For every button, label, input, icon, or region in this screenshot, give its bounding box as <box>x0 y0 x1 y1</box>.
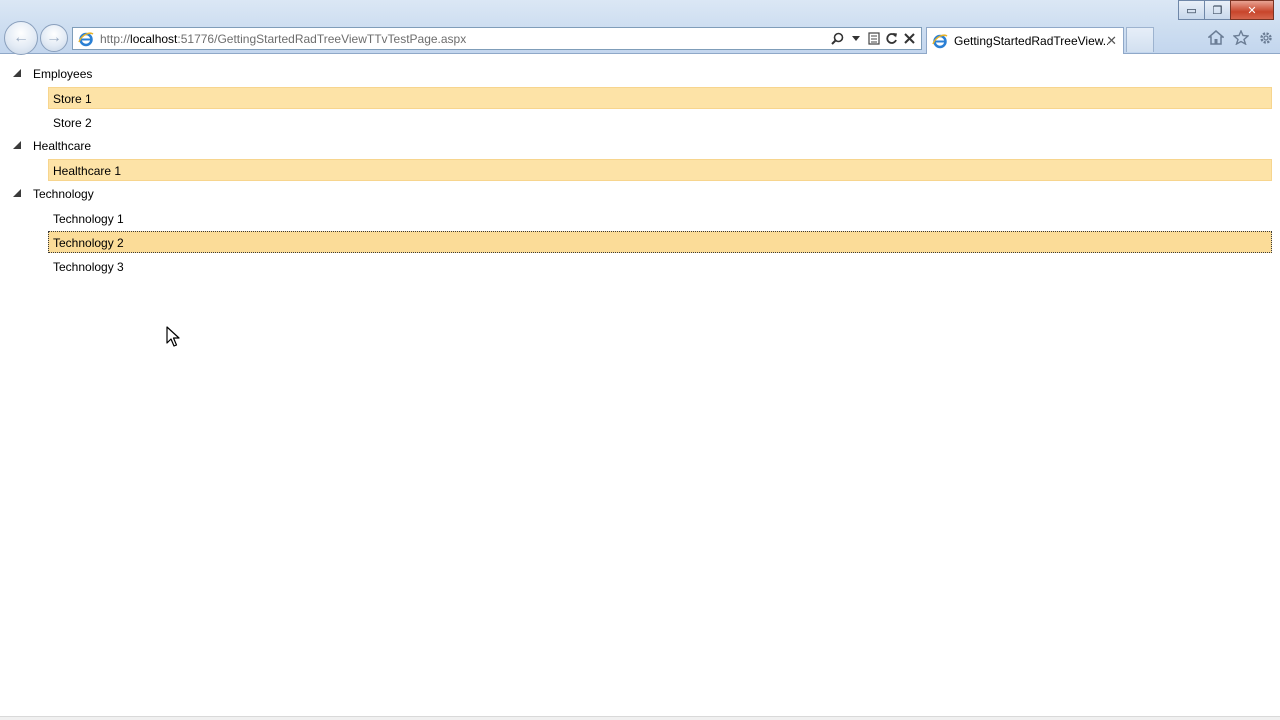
expand-collapse-icon[interactable] <box>13 69 21 77</box>
tree-node-healthcare-1[interactable]: Healthcare 1 <box>0 158 1280 182</box>
tab-active[interactable]: GettingStartedRadTreeView... ✕ <box>926 27 1124 54</box>
forward-arrow-icon: → <box>46 29 62 46</box>
tree-node-employees[interactable]: Employees <box>0 62 1280 86</box>
tree-node-store-2[interactable]: Store 2 <box>0 110 1280 134</box>
close-window-button[interactable]: ✕ <box>1230 0 1274 20</box>
browser-chrome: ← → http://localhost:51776/GettingStarte… <box>0 0 1280 55</box>
gear-icon[interactable] <box>1257 29 1274 46</box>
tab-title: GettingStartedRadTreeView... <box>954 34 1108 48</box>
ie-logo-icon <box>932 33 948 49</box>
tree-node-technology-1[interactable]: Technology 1 <box>0 206 1280 230</box>
url-text: http://localhost:51776/GettingStartedRad… <box>100 31 467 46</box>
back-button[interactable]: ← <box>4 21 38 55</box>
compat-view-icon[interactable] <box>866 30 881 47</box>
tree-node-label: Store 2 <box>53 116 92 130</box>
ie-logo-icon <box>78 31 94 47</box>
tree-node-label: Employees <box>33 67 93 81</box>
expand-collapse-icon[interactable] <box>13 189 21 197</box>
close-tab-icon[interactable]: ✕ <box>1106 33 1117 49</box>
tree-node-label: Technology 3 <box>53 260 124 274</box>
tree-node-selected-highlight[interactable]: Healthcare 1 <box>48 159 1272 181</box>
forward-button[interactable]: → <box>40 24 68 52</box>
tree-node-row[interactable]: Technology 1 <box>48 207 1272 229</box>
tree-node-healthcare[interactable]: Healthcare <box>0 134 1280 158</box>
tree-node-label: Healthcare 1 <box>53 164 122 178</box>
tree-node-label: Store 1 <box>53 92 92 106</box>
back-arrow-icon: ← <box>13 29 29 46</box>
dropdown-icon[interactable] <box>848 30 863 47</box>
restore-button[interactable]: ❐ <box>1204 0 1231 20</box>
tree-node-store-1[interactable]: Store 1 <box>0 86 1280 110</box>
stop-icon[interactable] <box>902 30 917 47</box>
tree-node-technology-3[interactable]: Technology 3 <box>0 254 1280 278</box>
address-bar[interactable]: http://localhost:51776/GettingStartedRad… <box>72 27 922 50</box>
minimize-button[interactable]: ▭ <box>1178 0 1205 20</box>
tree-node-selected-highlight[interactable]: Store 1 <box>48 87 1272 109</box>
tree-node-label: Technology 2 <box>53 236 124 250</box>
tree-node-label: Technology 1 <box>53 212 124 226</box>
tree-node-label: Technology <box>33 187 94 201</box>
search-icon[interactable] <box>830 30 845 47</box>
home-icon[interactable] <box>1207 29 1224 46</box>
tree-node-row[interactable]: Technology 3 <box>48 255 1272 277</box>
tree-node-focused-highlight[interactable]: Technology 2 <box>48 231 1272 253</box>
refresh-icon[interactable] <box>884 30 899 47</box>
tree-node-technology-2[interactable]: Technology 2 <box>0 230 1280 254</box>
star-icon[interactable] <box>1232 29 1249 46</box>
new-tab-button[interactable] <box>1126 27 1154 52</box>
tree-node-row[interactable]: Store 2 <box>48 111 1272 133</box>
tree-view: Employees Store 1 Store 2 Healthcare Hea… <box>0 62 1280 278</box>
tree-node-label: Healthcare <box>33 139 92 153</box>
status-strip <box>0 716 1280 720</box>
tree-node-technology[interactable]: Technology <box>0 182 1280 206</box>
mouse-cursor-icon <box>166 326 180 351</box>
expand-collapse-icon[interactable] <box>13 141 21 149</box>
